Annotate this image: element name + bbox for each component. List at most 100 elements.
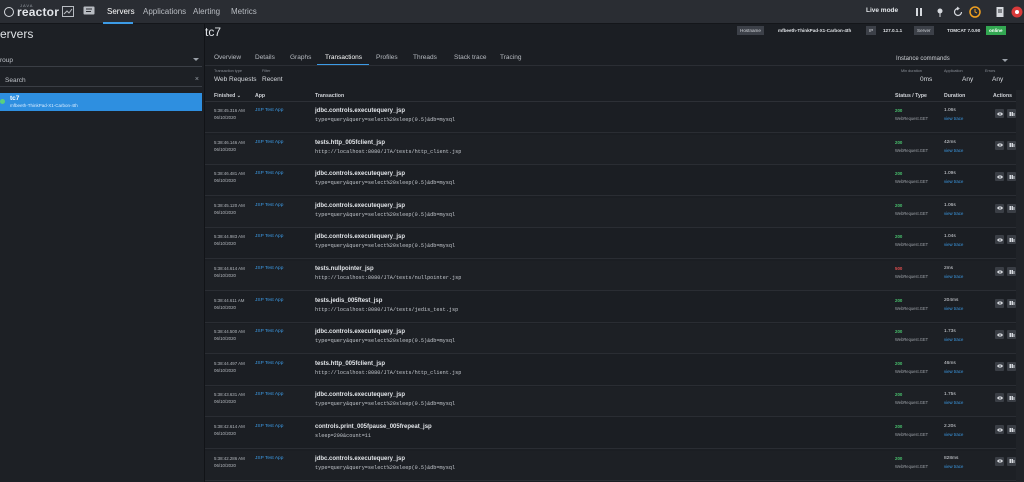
trace-icon[interactable] [1007,298,1016,308]
view-icon[interactable] [995,330,1004,340]
trace-icon[interactable] [1007,203,1016,213]
col-duration[interactable]: Duration [944,93,965,99]
filter-select[interactable]: Recent [262,76,283,83]
table-row[interactable]: 5:38:44.497 AM 06/10/2020 JSP Test App test… [205,356,1024,386]
app-link[interactable]: JSP Test App [255,140,283,145]
view-icon[interactable] [995,425,1004,434]
app-link[interactable]: JSP Test App [255,203,283,208]
table-row[interactable]: 5:38:46.481 AM 06/10/2020 JSP Test App jdbc… [205,166,1024,197]
view-icon[interactable] [995,203,1004,213]
application-select[interactable]: Any [962,76,973,83]
transaction-name[interactable]: tests.nullpointer_jsp [315,266,374,272]
transaction-name[interactable]: controls.print_005fpause_005frepeat_jsp [315,424,432,430]
transaction-name[interactable]: jdbc.controls.executequery_jsp [315,203,405,209]
view-trace-link[interactable]: view trace [944,337,963,342]
transaction-name[interactable]: jdbc.controls.executequery_jsp [315,234,405,240]
server-item-tc7[interactable]: tc7 mfbeeth-ThinkPad-X1-Carbon-4th [0,93,202,111]
clock-icon[interactable] [968,5,982,19]
table-row[interactable]: 5:38:44.500 AM 06/10/2020 JSP Test App jdbc… [205,324,1024,355]
view-icon[interactable] [995,393,1004,403]
tab-tracing[interactable]: Tracing [500,54,521,61]
trace-icon[interactable] [1007,109,1016,118]
errors-select[interactable]: Any [992,76,1003,83]
trace-icon[interactable] [1007,330,1016,340]
transaction-name[interactable]: tests.http_005fclient_jsp [315,361,385,367]
tab-graphs[interactable]: Graphs [290,54,311,61]
trace-icon[interactable] [1007,361,1016,371]
transaction-name[interactable]: jdbc.controls.executequery_jsp [315,456,405,462]
pause-icon[interactable] [912,5,926,19]
chat-icon[interactable] [83,6,95,17]
trace-icon[interactable] [1007,267,1016,276]
transaction-name[interactable]: jdbc.controls.executequery_jsp [315,108,405,114]
view-icon[interactable] [995,267,1004,276]
view-trace-link[interactable]: view trace [944,400,963,405]
view-trace-link[interactable]: view trace [944,116,963,121]
close-icon[interactable]: × [195,76,199,83]
view-icon[interactable] [995,140,1004,150]
app-link[interactable]: JSP Test App [255,266,283,271]
view-icon[interactable] [995,361,1004,371]
tab-threads[interactable]: Threads [413,54,437,61]
table-row[interactable]: 5:38:45.316 AM 06/10/2020 JSP Test App jdbc… [205,103,1024,133]
table-row[interactable]: 5:38:45.120 AM 06/10/2020 JSP Test App jdbc… [205,197,1024,228]
nav-applications[interactable]: Applications [143,7,186,16]
trace-icon[interactable] [1007,393,1016,403]
col-transaction[interactable]: Transaction [315,93,344,99]
app-link[interactable]: JSP Test App [255,392,283,397]
refresh-icon[interactable] [951,5,965,19]
view-trace-link[interactable]: view trace [944,306,963,311]
app-link[interactable]: JSP Test App [255,329,283,334]
view-trace-link[interactable]: view trace [944,464,963,469]
trace-icon[interactable] [1007,172,1016,182]
transaction-name[interactable]: tests.http_005fclient_jsp [315,140,385,146]
table-row[interactable]: 5:38:44.611 AM 06/10/2020 JSP Test App test… [205,293,1024,323]
col-finished[interactable]: Finished ⌄ [214,93,241,99]
app-link[interactable]: JSP Test App [255,234,283,239]
view-icon[interactable] [995,298,1004,308]
scrollbar[interactable] [1016,90,1024,482]
table-row[interactable]: 5:38:46.146 AM 06/10/2020 JSP Test App test… [205,134,1024,165]
transaction-type-select[interactable]: Web Requests [214,76,257,83]
nav-alerting[interactable]: Alerting [193,7,220,16]
view-trace-link[interactable]: view trace [944,369,963,374]
nav-servers[interactable]: Servers [107,7,135,16]
view-icon[interactable] [995,235,1004,245]
dashboard-icon[interactable] [62,6,74,17]
app-link[interactable]: JSP Test App [255,108,283,113]
view-trace-link[interactable]: view trace [944,148,963,153]
tab-details[interactable]: Details [255,54,275,61]
document-icon[interactable] [993,5,1007,19]
min-duration-input[interactable]: 0ms [920,76,932,83]
app-link[interactable]: JSP Test App [255,424,283,429]
tab-transactions[interactable]: Transactions [325,54,362,61]
logo[interactable]: JAVA reactor [4,3,59,20]
table-row[interactable]: 5:38:44.614 AM 06/10/2020 JSP Test App test… [205,261,1024,291]
view-trace-link[interactable]: view trace [944,179,963,184]
table-row[interactable]: 5:38:42.614 AM 06/10/2020 JSP Test App cont… [205,419,1024,449]
transaction-name[interactable]: tests.jedis_005ftest_jsp [315,298,382,304]
col-app[interactable]: App [255,93,265,99]
tab-overview[interactable]: Overview [214,54,241,61]
instance-commands-menu[interactable]: Instance commands [896,56,950,62]
group-select[interactable]: roup [0,55,202,67]
search-input[interactable]: Search × [0,75,202,87]
view-icon[interactable] [995,109,1004,118]
transaction-name[interactable]: jdbc.controls.executequery_jsp [315,171,405,177]
col-status-type[interactable]: Status / Type [895,93,927,99]
app-link[interactable]: JSP Test App [255,456,283,461]
table-row[interactable]: 5:38:42.286 AM 06/10/2020 JSP Test App jdbc… [205,450,1024,481]
view-trace-link[interactable]: view trace [944,211,963,216]
transaction-name[interactable]: jdbc.controls.executequery_jsp [315,392,405,398]
pin-icon[interactable] [933,5,947,19]
trace-icon[interactable] [1007,425,1016,434]
view-icon[interactable] [995,456,1004,466]
table-row[interactable]: 5:38:43.631 AM 06/10/2020 JSP Test App jdbc… [205,387,1024,418]
app-link[interactable]: JSP Test App [255,171,283,176]
view-trace-link[interactable]: view trace [944,274,963,279]
notifications-icon[interactable] [1010,5,1024,19]
trace-icon[interactable] [1007,235,1016,245]
view-trace-link[interactable]: view trace [944,242,963,247]
view-icon[interactable] [995,172,1004,182]
tab-profiles[interactable]: Profiles [376,54,398,61]
